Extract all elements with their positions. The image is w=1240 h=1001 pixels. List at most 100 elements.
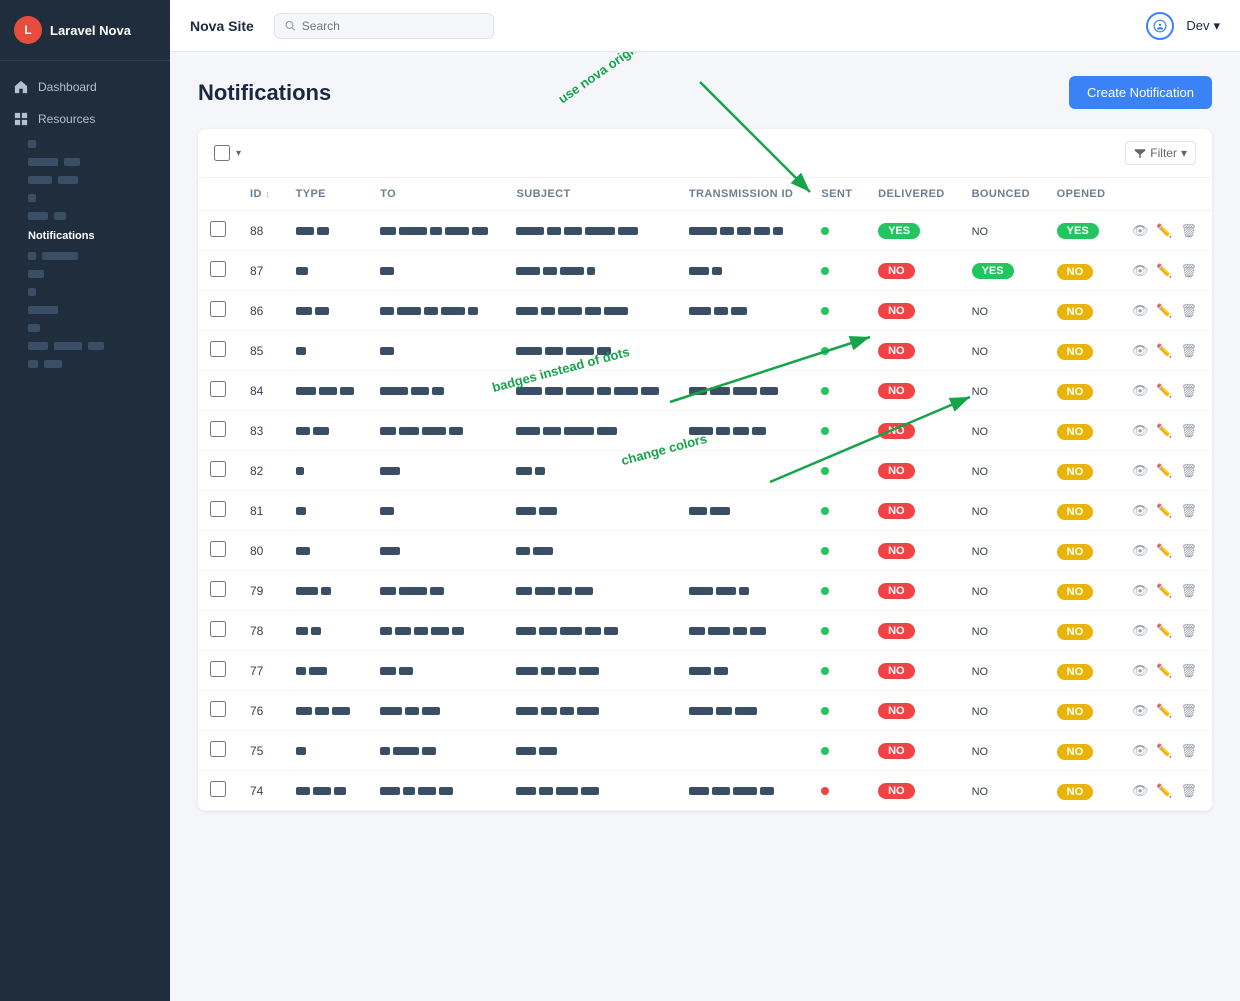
edit-icon[interactable]: ✏️	[1156, 783, 1172, 799]
delete-icon[interactable]: 🗑	[1181, 663, 1198, 679]
view-icon[interactable]: 👁	[1132, 543, 1149, 559]
row-checkbox[interactable]	[210, 501, 226, 517]
delete-icon[interactable]: 🗑	[1181, 263, 1198, 279]
view-icon[interactable]: 👁	[1132, 263, 1149, 279]
delete-icon[interactable]: 🗑	[1181, 583, 1198, 599]
edit-icon[interactable]: ✏️	[1156, 743, 1172, 759]
view-icon[interactable]: 👁	[1132, 223, 1149, 239]
row-checkbox[interactable]	[210, 781, 226, 797]
search-input[interactable]	[302, 19, 483, 33]
create-notification-button[interactable]: Create Notification	[1069, 76, 1212, 109]
sidebar-sub-placeholder-7[interactable]	[0, 265, 170, 283]
sidebar-sub-placeholder-3[interactable]	[0, 171, 170, 189]
sidebar-sub-placeholder-1[interactable]	[0, 135, 170, 153]
sidebar-sub-placeholder-6[interactable]	[0, 247, 170, 265]
sidebar-sub-placeholder-10[interactable]	[0, 319, 170, 337]
page-header: Notifications Create Notification	[198, 76, 1212, 109]
edit-icon[interactable]: ✏️	[1156, 583, 1172, 599]
sidebar-sub-placeholder-11[interactable]	[0, 337, 170, 355]
cell-bounced: NO	[960, 611, 1045, 651]
cell-sent	[809, 251, 866, 291]
user-menu[interactable]: Dev ▾	[1186, 18, 1220, 34]
view-icon[interactable]: 👁	[1132, 463, 1149, 479]
row-checkbox[interactable]	[210, 301, 226, 317]
delete-icon[interactable]: 🗑	[1181, 223, 1198, 239]
view-icon[interactable]: 👁	[1132, 383, 1149, 399]
th-id[interactable]: ID ↕	[238, 178, 284, 211]
sidebar-sub-placeholder-5[interactable]	[0, 207, 170, 225]
table-row: 78 NO NO NO 👁 ✏️ 🗑	[198, 611, 1212, 651]
row-checkbox[interactable]	[210, 461, 226, 477]
cell-to	[368, 531, 504, 571]
delete-icon[interactable]: 🗑	[1181, 463, 1198, 479]
row-checkbox[interactable]	[210, 701, 226, 717]
delete-icon[interactable]: 🗑	[1181, 343, 1198, 359]
cell-delivered: NO	[866, 251, 959, 291]
view-icon[interactable]: 👁	[1132, 583, 1149, 599]
cell-transmission-id	[677, 531, 810, 571]
edit-icon[interactable]: ✏️	[1156, 503, 1172, 519]
cell-delivered: NO	[866, 451, 959, 491]
view-icon[interactable]: 👁	[1132, 663, 1149, 679]
row-checkbox[interactable]	[210, 261, 226, 277]
sidebar-item-resources[interactable]: Resources	[0, 103, 170, 135]
edit-icon[interactable]: ✏️	[1156, 263, 1172, 279]
row-checkbox[interactable]	[210, 421, 226, 437]
sent-dot	[821, 667, 829, 675]
edit-icon[interactable]: ✏️	[1156, 543, 1172, 559]
edit-icon[interactable]: ✏️	[1156, 343, 1172, 359]
edit-icon[interactable]: ✏️	[1156, 223, 1172, 239]
cell-sent	[809, 211, 866, 251]
edit-icon[interactable]: ✏️	[1156, 663, 1172, 679]
sidebar-sub-placeholder-8[interactable]	[0, 283, 170, 301]
delete-icon[interactable]: 🗑	[1181, 783, 1198, 799]
table-body: 88 YES NO YES 👁 ✏️ 🗑 87 NO YES NO 👁	[198, 211, 1212, 811]
edit-icon[interactable]: ✏️	[1156, 623, 1172, 639]
edit-icon[interactable]: ✏️	[1156, 423, 1172, 439]
delete-icon[interactable]: 🗑	[1181, 423, 1198, 439]
edit-icon[interactable]: ✏️	[1156, 703, 1172, 719]
cell-transmission-id	[677, 211, 810, 251]
row-checkbox[interactable]	[210, 341, 226, 357]
view-icon[interactable]: 👁	[1132, 743, 1149, 759]
sidebar-sub-placeholder-12[interactable]	[0, 355, 170, 373]
row-checkbox[interactable]	[210, 381, 226, 397]
search-icon	[285, 20, 296, 32]
edit-icon[interactable]: ✏️	[1156, 383, 1172, 399]
sidebar-item-notifications[interactable]: Notifications	[0, 225, 170, 247]
view-icon[interactable]: 👁	[1132, 303, 1149, 319]
edit-icon[interactable]: ✏️	[1156, 463, 1172, 479]
sidebar-sub-placeholder-2[interactable]	[0, 153, 170, 171]
delete-icon[interactable]: 🗑	[1181, 303, 1198, 319]
edit-icon[interactable]: ✏️	[1156, 303, 1172, 319]
delete-icon[interactable]: 🗑	[1181, 623, 1198, 639]
view-icon[interactable]: 👁	[1132, 343, 1149, 359]
delete-icon[interactable]: 🗑	[1181, 543, 1198, 559]
sidebar-sub-placeholder-9[interactable]	[0, 301, 170, 319]
cell-to	[368, 691, 504, 731]
view-icon[interactable]: 👁	[1132, 783, 1149, 799]
delete-icon[interactable]: 🗑	[1181, 383, 1198, 399]
select-dropdown-icon[interactable]: ▾	[236, 148, 241, 159]
cell-type	[284, 571, 369, 611]
sidebar-sub-placeholder-4[interactable]	[0, 189, 170, 207]
filter-button[interactable]: Filter ▾	[1125, 141, 1196, 165]
delete-icon[interactable]: 🗑	[1181, 503, 1198, 519]
sidebar-item-dashboard[interactable]: Dashboard	[0, 71, 170, 103]
view-icon[interactable]: 👁	[1132, 423, 1149, 439]
row-checkbox[interactable]	[210, 541, 226, 557]
row-checkbox[interactable]	[210, 581, 226, 597]
delete-icon[interactable]: 🗑	[1181, 743, 1198, 759]
row-checkbox[interactable]	[210, 661, 226, 677]
search-box[interactable]	[274, 13, 494, 39]
view-icon[interactable]: 👁	[1132, 503, 1149, 519]
cell-to	[368, 411, 504, 451]
view-icon[interactable]: 👁	[1132, 703, 1149, 719]
row-checkbox[interactable]	[210, 621, 226, 637]
row-checkbox[interactable]	[210, 221, 226, 237]
delete-icon[interactable]: 🗑	[1181, 703, 1198, 719]
cell-subject	[504, 411, 676, 451]
row-checkbox[interactable]	[210, 741, 226, 757]
view-icon[interactable]: 👁	[1132, 623, 1149, 639]
select-all-checkbox[interactable]	[214, 145, 230, 161]
